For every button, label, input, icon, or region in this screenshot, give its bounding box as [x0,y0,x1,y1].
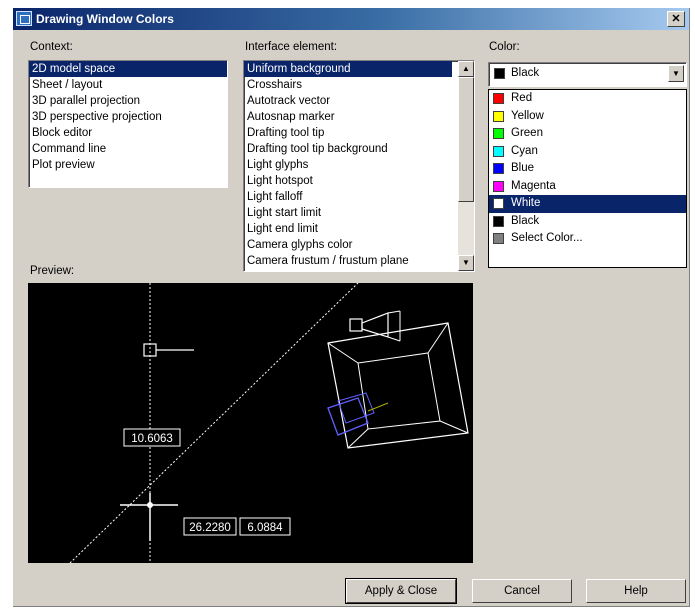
interface-list-item[interactable]: Light glyphs [244,157,452,173]
interface-element-label: Interface element: [245,41,338,53]
color-option-label: Yellow [511,109,544,122]
color-option[interactable]: Cyan [489,143,686,161]
app-icon [16,11,32,26]
color-option-label: Black [511,214,540,227]
context-label: Context: [30,41,73,53]
context-list-item[interactable]: 3D parallel projection [29,93,227,109]
autosnap-marker [143,343,157,357]
context-list-item[interactable]: 3D perspective projection [29,109,227,125]
color-option-label: Blue [511,162,535,174]
color-option-label: White [511,197,541,209]
color-swatch [493,198,504,209]
interface-list-item[interactable]: Uniform background [244,61,452,77]
color-option-label: Magenta [511,179,556,192]
color-option[interactable]: Magenta [489,178,686,196]
cancel-button[interactable]: Cancel [472,579,572,603]
color-option-label: Red [511,92,533,104]
color-swatch [493,163,504,174]
color-option[interactable]: Black [489,213,686,231]
chevron-down-icon[interactable]: ▼ [668,65,684,82]
scroll-up-icon[interactable]: ▲ [458,61,474,77]
apply-close-button[interactable]: Apply & Close [345,578,457,604]
context-list-item[interactable]: Block editor [29,125,227,141]
color-option-label: Cyan [511,144,538,157]
color-option[interactable]: Select Color... [489,230,686,248]
preview-canvas: 10.6063 26.2280 6.0884 [28,282,473,564]
camera-frustum-plane [357,352,441,430]
camera-glyph-body [349,318,363,332]
interface-list-item[interactable]: Light falloff [244,189,452,205]
interface-list-item[interactable]: Autotrack vector [244,93,452,109]
preview-drawing: 10.6063 26.2280 6.0884 [69,282,469,564]
crosshair-center [147,502,153,508]
context-list-item[interactable]: Plot preview [29,157,227,173]
interface-list-item[interactable]: Light hotspot [244,173,452,189]
interface-scrollbar[interactable]: ▲ ▼ [458,61,474,271]
color-swatch [493,110,504,122]
interface-list-item[interactable]: Autosnap marker [244,109,452,125]
color-option-label: Select Color... [511,232,583,244]
interface-list-item[interactable]: Drafting tool tip background [244,141,452,157]
interface-list-item[interactable]: Light end limit [244,221,452,237]
color-swatch [493,180,504,192]
interface-list-item[interactable]: Crosshairs [244,77,452,93]
color-label: Color: [489,41,520,53]
dialog-title: Drawing Window Colors [36,12,174,26]
help-button[interactable]: Help [586,579,686,603]
title-bar[interactable]: Drawing Window Colors ✕ [13,8,689,30]
dim-horizontal-2-text: 6.0884 [247,522,283,534]
interface-element-listbox[interactable]: Uniform background Crosshairs Autotrack ve… [243,60,475,272]
color-swatch [493,128,504,139]
dim-vertical-text: 10.6063 [131,433,173,445]
color-swatch [493,145,504,157]
select-color-icon [493,233,504,244]
context-list-item[interactable]: 2D model space [29,61,227,77]
color-option[interactable]: White [489,195,686,213]
color-combo[interactable]: Black ▼ [488,62,687,87]
interface-list-item[interactable]: Camera glyphs color [244,237,452,253]
context-list-item[interactable]: Sheet / layout [29,77,227,93]
current-color-value: Black [511,67,540,79]
color-option[interactable]: Blue [489,160,686,178]
dim-horizontal-1-text: 26.2280 [189,522,231,534]
color-option[interactable]: Green [489,125,686,143]
scroll-down-icon[interactable]: ▼ [458,255,474,271]
close-icon[interactable]: ✕ [667,11,685,27]
context-list-item[interactable]: Command line [29,141,227,157]
color-option-label: Green [511,127,543,139]
color-swatch [493,215,504,227]
color-option[interactable]: Yellow [489,108,686,126]
interface-list-item[interactable]: Drafting tool tip [244,125,452,141]
interface-list-item[interactable]: Light start limit [244,205,452,221]
camera-frustum [327,322,469,449]
interface-list-item[interactable]: Camera frustum / frustum plane [244,253,452,269]
context-listbox[interactable]: 2D model space Sheet / layout 3D parallel … [28,60,228,188]
scroll-thumb[interactable] [458,77,474,202]
preview-label: Preview: [30,265,75,277]
color-swatch [493,93,504,104]
current-color-swatch [494,68,505,79]
color-option[interactable]: Red [489,90,686,108]
light-glyph [327,397,369,436]
color-dropdown-list[interactable]: Red Yellow Green Cyan Blue Magenta White Black S… [488,89,687,268]
